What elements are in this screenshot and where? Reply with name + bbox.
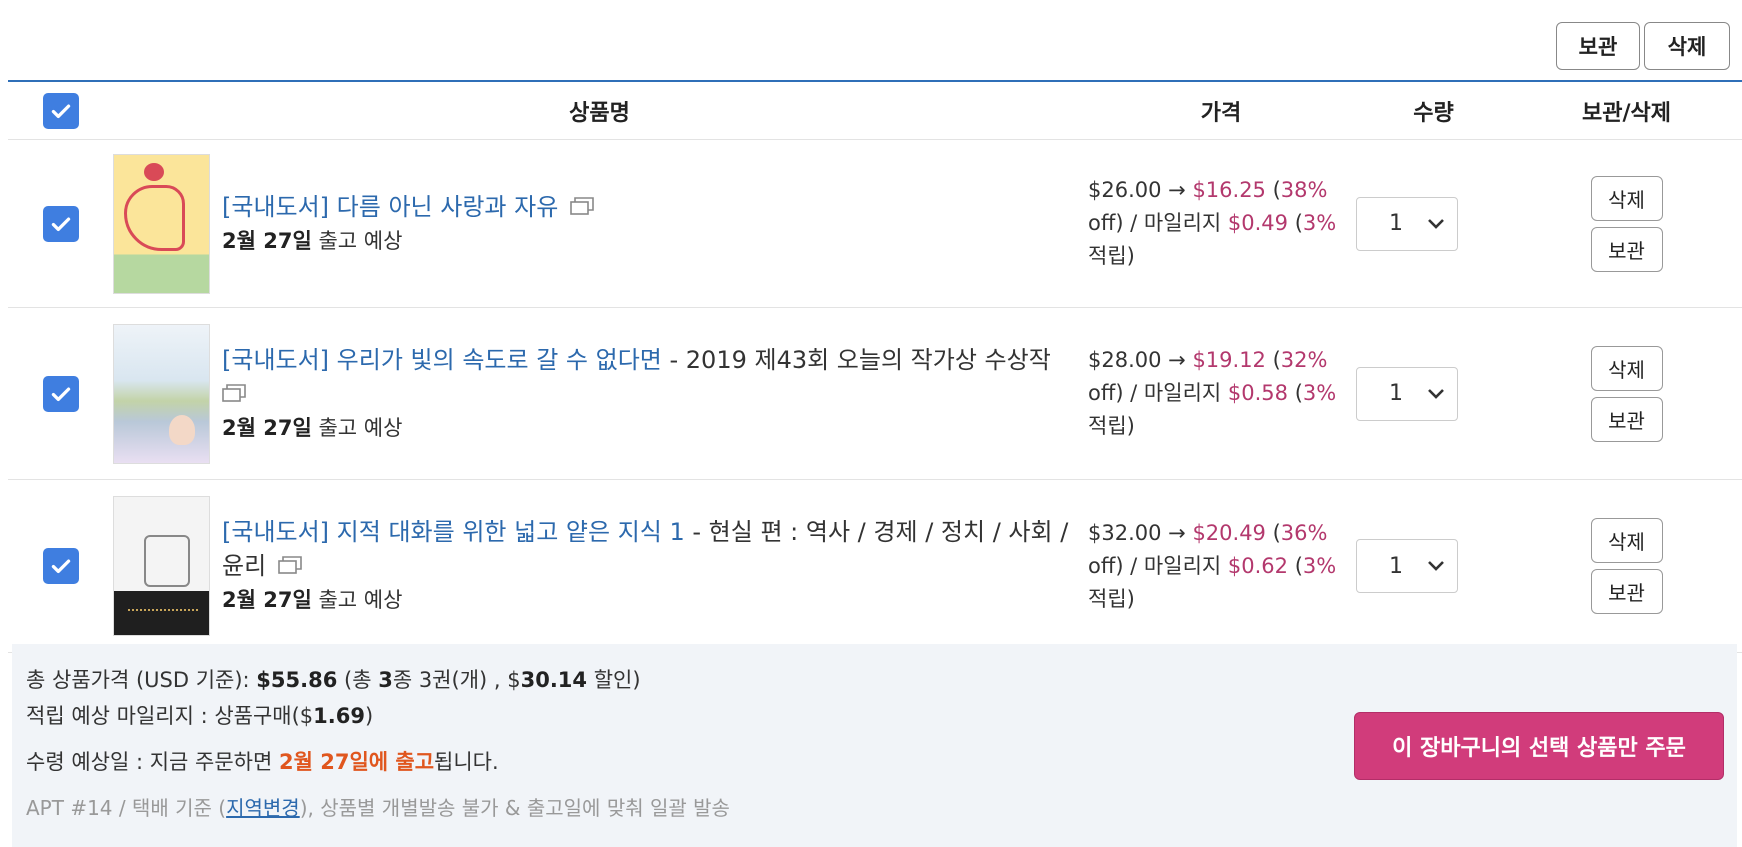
check-icon — [51, 217, 70, 231]
check-icon — [51, 387, 70, 401]
chevron-down-icon — [1428, 218, 1444, 229]
new-window-icon[interactable] — [222, 383, 246, 402]
change-region-link[interactable]: 지역변경 — [226, 796, 300, 820]
keep-button[interactable]: 보관 — [1590, 396, 1663, 442]
table-row: [국내도서] 지적 대화를 위한 넓고 얕은 지식 1 - 현실 편 : 역사 … — [8, 480, 1742, 653]
delivery-info-line: APT #14 / 택배 기준 (지역변경), 상품별 개별발송 불가 & 출고… — [26, 796, 730, 820]
keep-button[interactable]: 보관 — [1590, 226, 1663, 272]
book-subtitle: - 2019 제43회 오늘의 작가상 수상작 — [661, 345, 1051, 374]
receive-date-line: 수령 예상일 : 지금 주문하면 2월 27일에 출고됩니다. — [26, 750, 499, 774]
book-title-link[interactable]: [국내도서] 지적 대화를 위한 넓고 얕은 지식 1 — [222, 518, 685, 546]
sale-price: $20.49 — [1192, 520, 1266, 545]
ship-estimate: 2월 27일 출고 예상 — [222, 415, 403, 440]
chevron-down-icon — [1428, 388, 1444, 399]
table-row: [국내도서] 우리가 빛의 속도로 갈 수 없다면 - 2019 제43회 오늘… — [8, 308, 1742, 480]
item-checkbox[interactable] — [42, 205, 79, 242]
mileage-total: 1.69 — [313, 704, 365, 728]
table-header: 상품명 가격 수량 보관/삭제 — [8, 82, 1742, 140]
order-selected-button[interactable]: 이 장바구니의 선택 상품만 주문 — [1354, 712, 1724, 780]
quantity-select[interactable]: 1 — [1356, 196, 1458, 251]
mileage: $0.49 — [1227, 211, 1289, 235]
mileage: $0.62 — [1227, 553, 1289, 578]
total-price: $55.86 — [256, 668, 338, 692]
discount-rate: 36% — [1280, 520, 1328, 545]
book-cover[interactable] — [113, 496, 210, 636]
quantity-select[interactable]: 1 — [1356, 539, 1458, 593]
cart-summary: 총 상품가격 (USD 기준): $55.86 (총 3종 3권(개) , $3… — [12, 644, 1737, 847]
discount-total: 30.14 — [520, 668, 588, 692]
delete-button[interactable]: 삭제 — [1590, 518, 1663, 563]
table-row: [국내도서] 다름 아닌 사랑과 자유 2월 27일 출고 예상 $26.00 … — [8, 140, 1742, 308]
price-info: $28.00 → $19.12 (32% off) / 마일리지 $0.58 (… — [1088, 348, 1337, 438]
delete-button[interactable]: 삭제 — [1590, 175, 1663, 221]
check-icon — [51, 104, 70, 118]
ship-estimate: 2월 27일 출고 예상 — [222, 228, 403, 253]
book-cover[interactable] — [113, 323, 210, 464]
discount-rate: 38% — [1280, 178, 1328, 202]
total-price-line: 총 상품가격 (USD 기준): $55.86 (총 3종 3권(개) , $3… — [26, 668, 641, 692]
book-title-link[interactable]: [국내도서] 다름 아닌 사랑과 자유 — [222, 193, 558, 221]
mileage: $0.58 — [1227, 381, 1289, 405]
delete-button[interactable]: 삭제 — [1590, 345, 1663, 391]
header-qty: 수량 — [1413, 100, 1454, 126]
delete-all-button[interactable]: 삭제 — [1644, 22, 1730, 70]
select-all-cell — [8, 92, 113, 129]
header-name: 상품명 — [569, 100, 630, 126]
new-window-icon[interactable] — [278, 556, 302, 574]
mileage-line: 적립 예상 마일리지 : 상품구매($1.69) — [26, 704, 374, 728]
check-icon — [51, 559, 70, 574]
new-window-icon[interactable] — [570, 196, 594, 215]
header-price: 가격 — [1200, 100, 1242, 126]
discount-rate: 32% — [1280, 348, 1328, 372]
ship-estimate: 2월 27일 출고 예상 — [222, 588, 403, 612]
price-info: $32.00 → $20.49 (36% off) / 마일리지 $0.62 (… — [1088, 520, 1337, 611]
price-info: $26.00 → $16.25 (38% off) / 마일리지 $0.49 (… — [1088, 178, 1337, 268]
cart-table: 상품명 가격 수량 보관/삭제 [국내도서] 다름 아닌 사랑과 자유 2월 2… — [8, 80, 1742, 653]
header-actions: 보관/삭제 — [1582, 100, 1671, 126]
sale-price: $16.25 — [1192, 178, 1266, 202]
top-actions: 보관 삭제 — [1556, 22, 1730, 70]
keep-button[interactable]: 보관 — [1590, 569, 1663, 614]
chevron-down-icon — [1428, 561, 1444, 571]
sale-price: $19.12 — [1192, 348, 1266, 372]
book-cover[interactable] — [113, 153, 210, 294]
book-title-link[interactable]: [국내도서] 우리가 빛의 속도로 갈 수 없다면 — [222, 346, 662, 374]
select-all-checkbox[interactable] — [42, 92, 79, 129]
receive-date: 2월 27일에 출고 — [278, 750, 435, 774]
item-checkbox[interactable] — [42, 375, 79, 412]
item-checkbox[interactable] — [42, 548, 79, 584]
quantity-select[interactable]: 1 — [1356, 366, 1458, 421]
keep-all-button[interactable]: 보관 — [1556, 22, 1640, 70]
